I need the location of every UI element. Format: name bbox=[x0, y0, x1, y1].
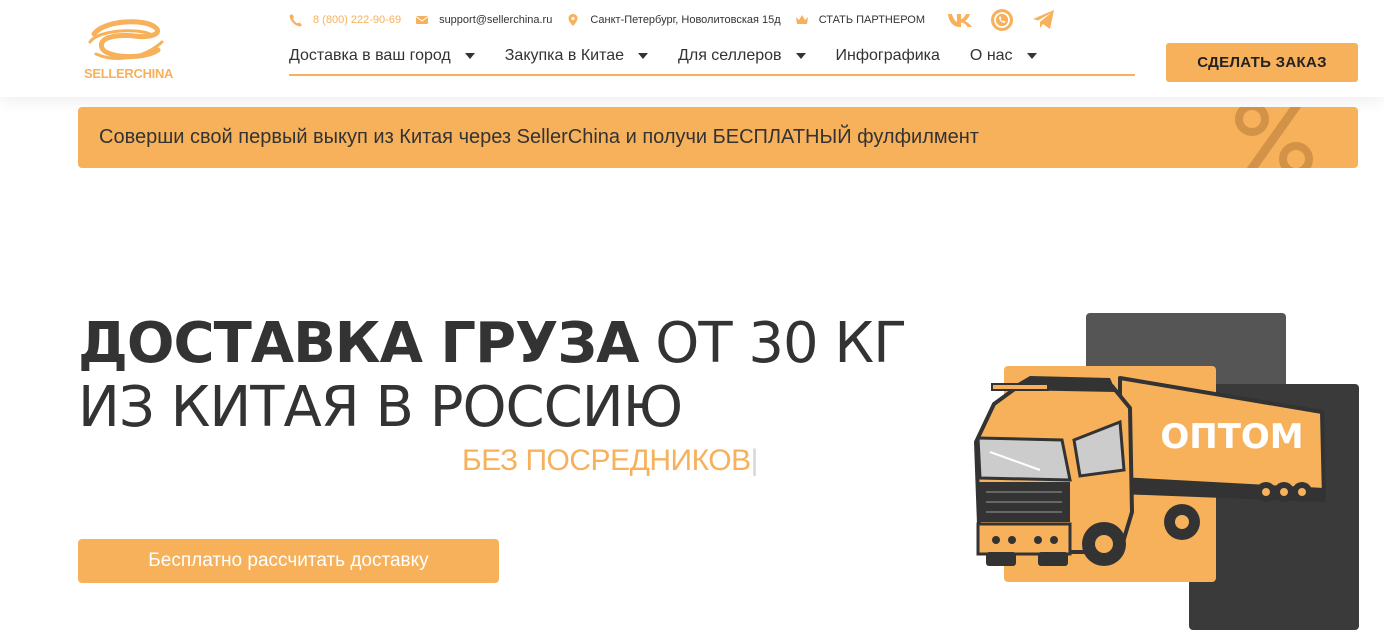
nav-item-about[interactable]: О нас bbox=[970, 44, 1037, 68]
hero-title-line2: ИЗ КИТАЯ В РОССИЮ bbox=[78, 375, 683, 440]
crown-icon bbox=[795, 15, 808, 24]
nav-item-label: О нас bbox=[969, 47, 1013, 64]
nav-item-label: Для селлеров bbox=[678, 47, 782, 64]
vk-link[interactable] bbox=[947, 7, 973, 33]
promo-banner[interactable]: Соверши свой первый выкуп из Китая через… bbox=[78, 107, 1358, 168]
chevron-down-icon bbox=[1026, 53, 1037, 59]
site-header: SELLERCHINA 8 (800) 222-90-69 support@se… bbox=[0, 0, 1384, 97]
phone-icon bbox=[289, 14, 302, 27]
logo[interactable]: SELLERCHINA bbox=[84, 16, 174, 84]
logo-swoosh-icon bbox=[88, 19, 164, 60]
nav-item-label: Доставка в ваш город bbox=[289, 47, 451, 64]
telegram-icon bbox=[1033, 10, 1055, 29]
hero-subtitle: БЕЗ ПОСРЕДНИКОВ| bbox=[462, 444, 758, 478]
main-nav: Доставка в ваш город Закупка в Китае Для… bbox=[289, 44, 1135, 76]
email-link[interactable]: support@sellerchina.ru bbox=[415, 13, 552, 27]
order-button[interactable]: СДЕЛАТЬ ЗАКАЗ bbox=[1166, 43, 1358, 82]
vk-icon bbox=[948, 14, 973, 27]
calculate-delivery-button[interactable]: Бесплатно рассчитать доставку bbox=[78, 539, 499, 583]
nav-item-purchase[interactable]: Закупка в Китае bbox=[504, 44, 649, 68]
nav-item-label: Закупка в Китае bbox=[504, 47, 625, 64]
hero-title-rest: ОТ 30 КГ bbox=[638, 311, 907, 376]
hero-title: ДОСТАВКА ГРУЗА ОТ 30 КГ ИЗ КИТАЯ В РОССИ… bbox=[78, 311, 907, 440]
nav-item-label: Инфографика bbox=[835, 47, 940, 64]
nav-item-infographics[interactable]: Инфографика bbox=[836, 44, 940, 68]
chevron-down-icon bbox=[638, 53, 649, 59]
whatsapp-link[interactable] bbox=[989, 7, 1015, 33]
partner-text: СТАТЬ ПАРТНЕРОМ bbox=[818, 14, 926, 26]
hero-title-bold: ДОСТАВКА ГРУЗА bbox=[78, 311, 639, 376]
typing-cursor: | bbox=[750, 444, 759, 477]
nav-item-sellers[interactable]: Для селлеров bbox=[678, 44, 806, 68]
envelope-icon bbox=[415, 16, 429, 24]
percent-icon bbox=[1235, 107, 1313, 168]
phone-text: 8 (800) 222-90-69 bbox=[313, 14, 402, 26]
chevron-down-icon bbox=[464, 53, 475, 59]
truck-label: ОПТОМ bbox=[1160, 417, 1303, 457]
address-text: Санкт-Петербург, Новолитовская 15д bbox=[590, 14, 781, 26]
hero-subtitle-text: БЕЗ ПОСРЕДНИКОВ bbox=[462, 444, 751, 477]
email-text: support@sellerchina.ru bbox=[439, 14, 553, 26]
address-link[interactable]: Санкт-Петербург, Новолитовская 15д bbox=[566, 13, 781, 27]
social-links bbox=[947, 7, 1073, 33]
nav-item-delivery[interactable]: Доставка в ваш город bbox=[289, 44, 475, 68]
chevron-down-icon bbox=[795, 53, 806, 59]
topbar: 8 (800) 222-90-69 support@sellerchina.ru… bbox=[289, 8, 1073, 32]
phone-link[interactable]: 8 (800) 222-90-69 bbox=[289, 13, 401, 27]
logo-text: SELLERCHINA bbox=[84, 66, 174, 81]
partner-link[interactable]: СТАТЬ ПАРТНЕРОМ bbox=[795, 13, 925, 27]
truck-illustration: ОПТОМ bbox=[974, 313, 1359, 630]
whatsapp-icon bbox=[991, 9, 1014, 31]
telegram-link[interactable] bbox=[1031, 7, 1057, 33]
map-pin-icon bbox=[568, 14, 578, 26]
promo-text: Соверши свой первый выкуп из Китая через… bbox=[99, 126, 979, 148]
